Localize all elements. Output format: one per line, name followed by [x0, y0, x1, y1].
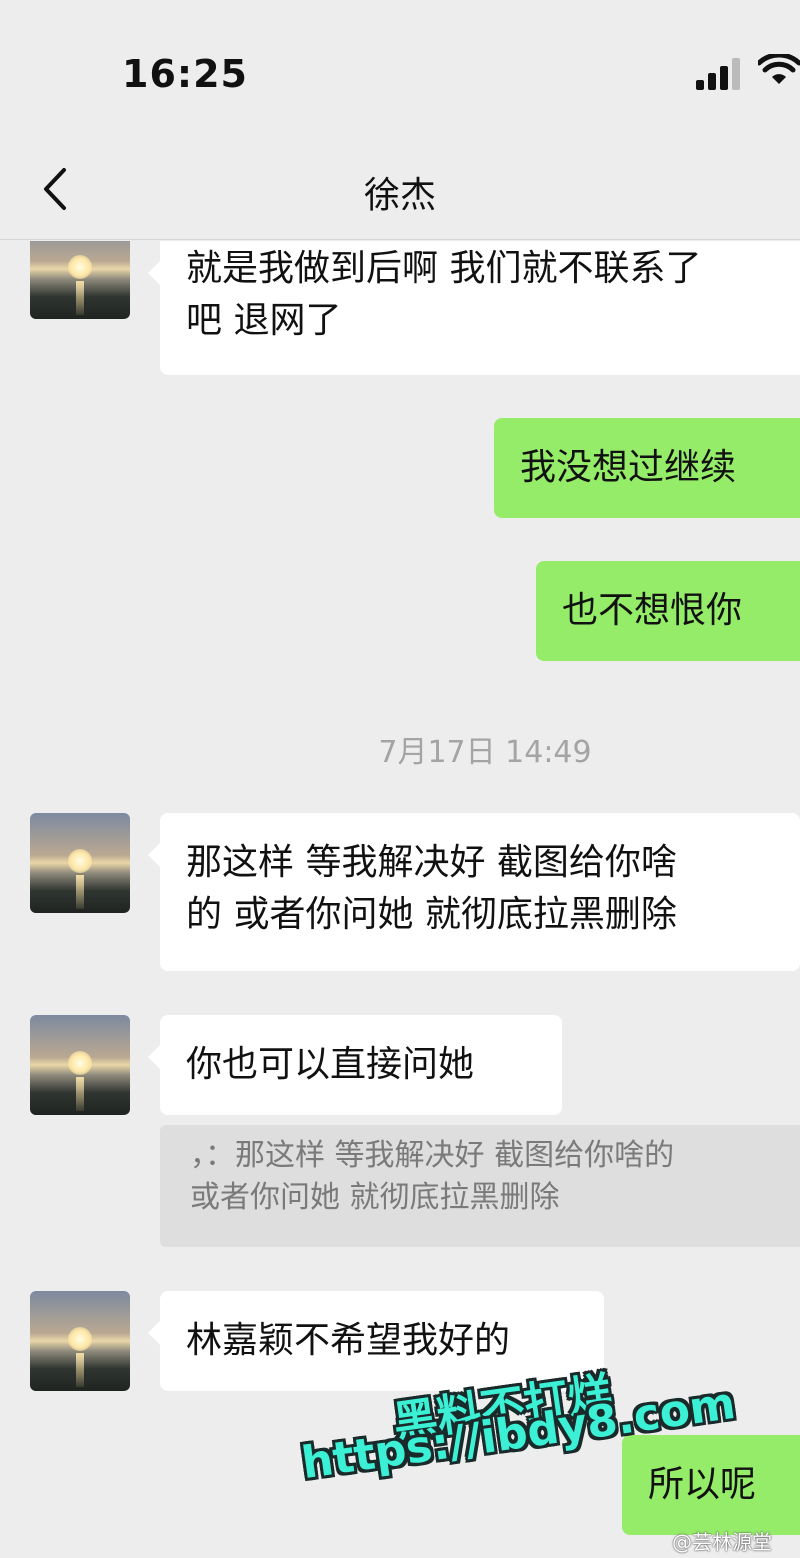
- contact-avatar[interactable]: [30, 241, 130, 319]
- quote-text: 或者你问她 就彻底拉黑删除: [190, 1180, 560, 1215]
- signal-icon: [696, 58, 740, 90]
- chat-header: 徐杰: [0, 140, 800, 240]
- message-list[interactable]: 就是我做到后啊 我们就不联系了 吧 退网了 我没想过继续 也不想恨你 7月17日…: [0, 241, 800, 1558]
- message-text: 你也可以直接问她: [186, 1044, 475, 1085]
- message-text: 就是我做到后啊 我们就不联系了: [186, 248, 702, 289]
- message-bubble-outgoing[interactable]: 也不想恨你: [536, 561, 800, 661]
- message-text: 吧 退网了: [186, 300, 342, 341]
- status-time: 16:25: [122, 52, 248, 96]
- contact-avatar[interactable]: [30, 1291, 130, 1391]
- status-bar: 16:25: [0, 0, 800, 140]
- contact-avatar[interactable]: [30, 1015, 130, 1115]
- message-bubble-outgoing[interactable]: 所以呢: [622, 1435, 800, 1535]
- message-text: 也不想恨你: [562, 590, 743, 631]
- message-text: 所以呢: [648, 1464, 757, 1505]
- message-text: 的 或者你问她 就彻底拉黑删除: [186, 894, 677, 935]
- message-text: 那这样 等我解决好 截图给你啥: [186, 842, 677, 883]
- message-bubble-incoming[interactable]: 就是我做到后啊 我们就不联系了 吧 退网了: [148, 241, 800, 375]
- contact-avatar[interactable]: [30, 813, 130, 913]
- message-timestamp: 7月17日 14:49: [378, 735, 592, 770]
- wifi-icon: [758, 54, 800, 84]
- contact-name: 徐杰: [363, 175, 436, 216]
- message-text: 林嘉颖不希望我好的: [186, 1320, 511, 1361]
- quote-text: ，：那这样 等我解决好 截图给你啥的: [190, 1138, 675, 1173]
- message-bubble-outgoing[interactable]: 我没想过继续: [494, 418, 800, 518]
- quoted-message[interactable]: ，：那这样 等我解决好 截图给你啥的 或者你问她 就彻底拉黑删除: [160, 1125, 800, 1247]
- source-watermark: @芸林源堂: [672, 1530, 772, 1554]
- message-text: 我没想过继续: [520, 447, 737, 488]
- message-bubble-incoming[interactable]: 你也可以直接问她: [148, 1015, 562, 1115]
- message-bubble-incoming[interactable]: 那这样 等我解决好 截图给你啥 的 或者你问她 就彻底拉黑删除: [148, 813, 800, 971]
